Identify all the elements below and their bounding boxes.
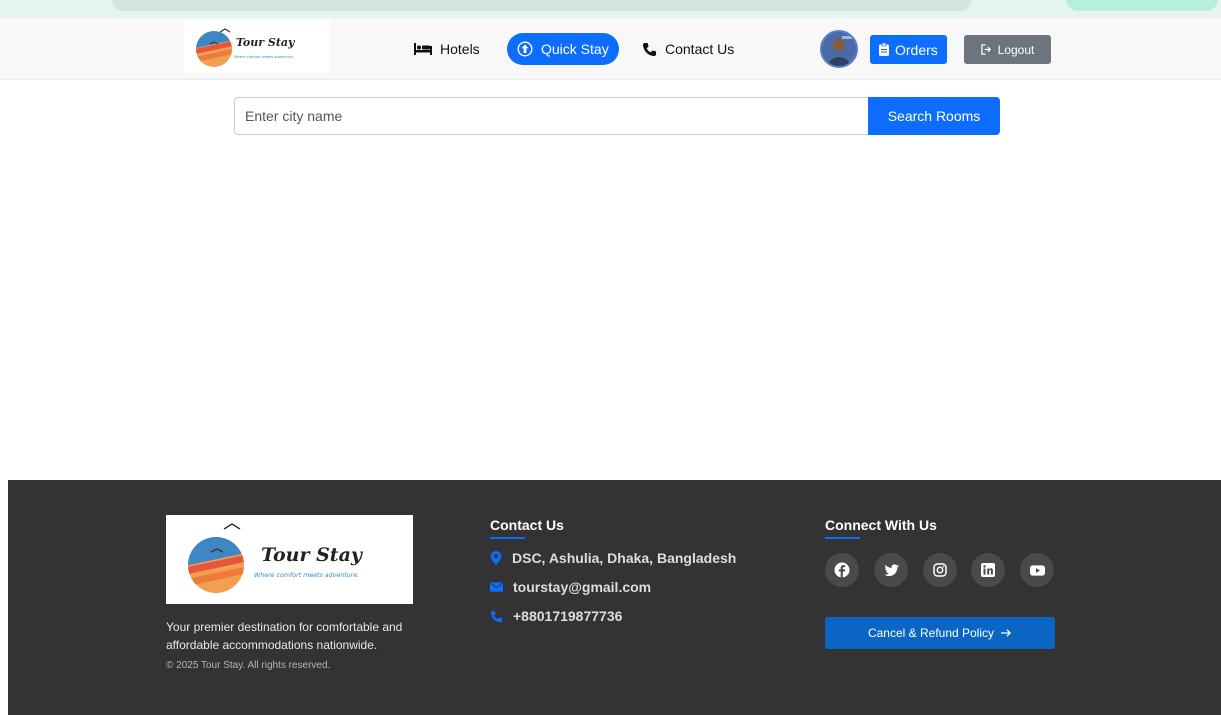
top-strip <box>0 0 1221 18</box>
footer-phone-text: +8801719877736 <box>513 608 623 624</box>
phone-icon <box>642 42 657 56</box>
logout-icon <box>980 44 991 55</box>
orders-label: Orders <box>895 41 938 58</box>
footer-address: DSC, Ashulia, Dhaka, Bangladesh <box>490 550 736 566</box>
facebook-button[interactable] <box>825 553 859 587</box>
bed-icon <box>414 43 432 55</box>
footer-brand-name: Tour Stay <box>261 544 364 566</box>
linkedin-icon <box>981 563 995 577</box>
brand-logo[interactable]: Tour Stay Where comfort meets adventure. <box>184 20 330 73</box>
quick-stay-icon <box>517 41 533 57</box>
nav-contact[interactable]: Contact Us <box>642 33 734 65</box>
orders-button[interactable]: Orders <box>870 35 947 64</box>
avatar-image <box>822 32 856 66</box>
linkedin-button[interactable] <box>971 553 1005 587</box>
instagram-button[interactable] <box>923 553 957 587</box>
city-search-input[interactable] <box>234 97 868 135</box>
arrow-right-icon <box>1001 629 1012 637</box>
twitter-icon <box>883 563 899 576</box>
footer: Tour Stay Where comfort meets adventure.… <box>8 480 1221 715</box>
logout-button[interactable]: Logout <box>964 35 1051 64</box>
nav-hotels[interactable]: Hotels <box>414 33 480 65</box>
footer-description: Your premier destination for comfortable… <box>166 620 403 652</box>
logout-label: Logout <box>997 42 1035 57</box>
search-bar: Search Rooms <box>234 97 1000 135</box>
refund-policy-label: Cancel & Refund Policy <box>867 626 995 640</box>
search-rooms-button[interactable]: Search Rooms <box>868 97 1000 135</box>
tour-stay-logo-icon: Tour Stay Where comfort meets adventure. <box>196 28 296 67</box>
brand-tagline: Where comfort meets adventure. <box>234 55 294 59</box>
nav-quick-stay-label: Quick Stay <box>541 41 609 57</box>
footer-copyright: © 2025 Tour Stay. All rights reserved. <box>166 660 331 671</box>
nav-hotels-label: Hotels <box>440 41 480 57</box>
youtube-button[interactable] <box>1020 553 1054 587</box>
top-strip-badge <box>1066 0 1218 11</box>
brand-name: Tour Stay <box>236 36 296 49</box>
map-pin-icon <box>490 551 502 565</box>
nav-contact-label: Contact Us <box>665 41 735 57</box>
envelope-icon <box>490 582 503 592</box>
footer-phone[interactable]: +8801719877736 <box>490 608 622 624</box>
footer-connect-heading: Connect With Us <box>825 517 937 539</box>
twitter-button[interactable] <box>874 553 908 587</box>
phone-icon <box>490 610 503 622</box>
footer-email-text: tourstay@gmail.com <box>513 579 652 595</box>
facebook-icon <box>834 562 850 578</box>
refund-policy-button[interactable]: Cancel & Refund Policy <box>825 617 1055 649</box>
user-avatar[interactable] <box>820 30 858 68</box>
footer-logo-icon: Tour Stay Where comfort meets adventure. <box>188 523 364 593</box>
youtube-icon <box>1029 564 1045 576</box>
footer-address-text: DSC, Ashulia, Dhaka, Bangladesh <box>512 550 737 566</box>
footer-logo: Tour Stay Where comfort meets adventure. <box>166 515 413 604</box>
nav-quick-stay[interactable]: Quick Stay <box>507 33 619 65</box>
clipboard-icon <box>879 43 889 56</box>
footer-contact-heading: Contact Us <box>490 517 564 539</box>
instagram-icon <box>933 563 947 577</box>
navbar: Tour Stay Where comfort meets adventure.… <box>0 18 1221 80</box>
footer-email[interactable]: tourstay@gmail.com <box>490 579 651 595</box>
top-strip-bar <box>112 0 972 11</box>
footer-brand-tagline: Where comfort meets adventure. <box>254 571 359 579</box>
